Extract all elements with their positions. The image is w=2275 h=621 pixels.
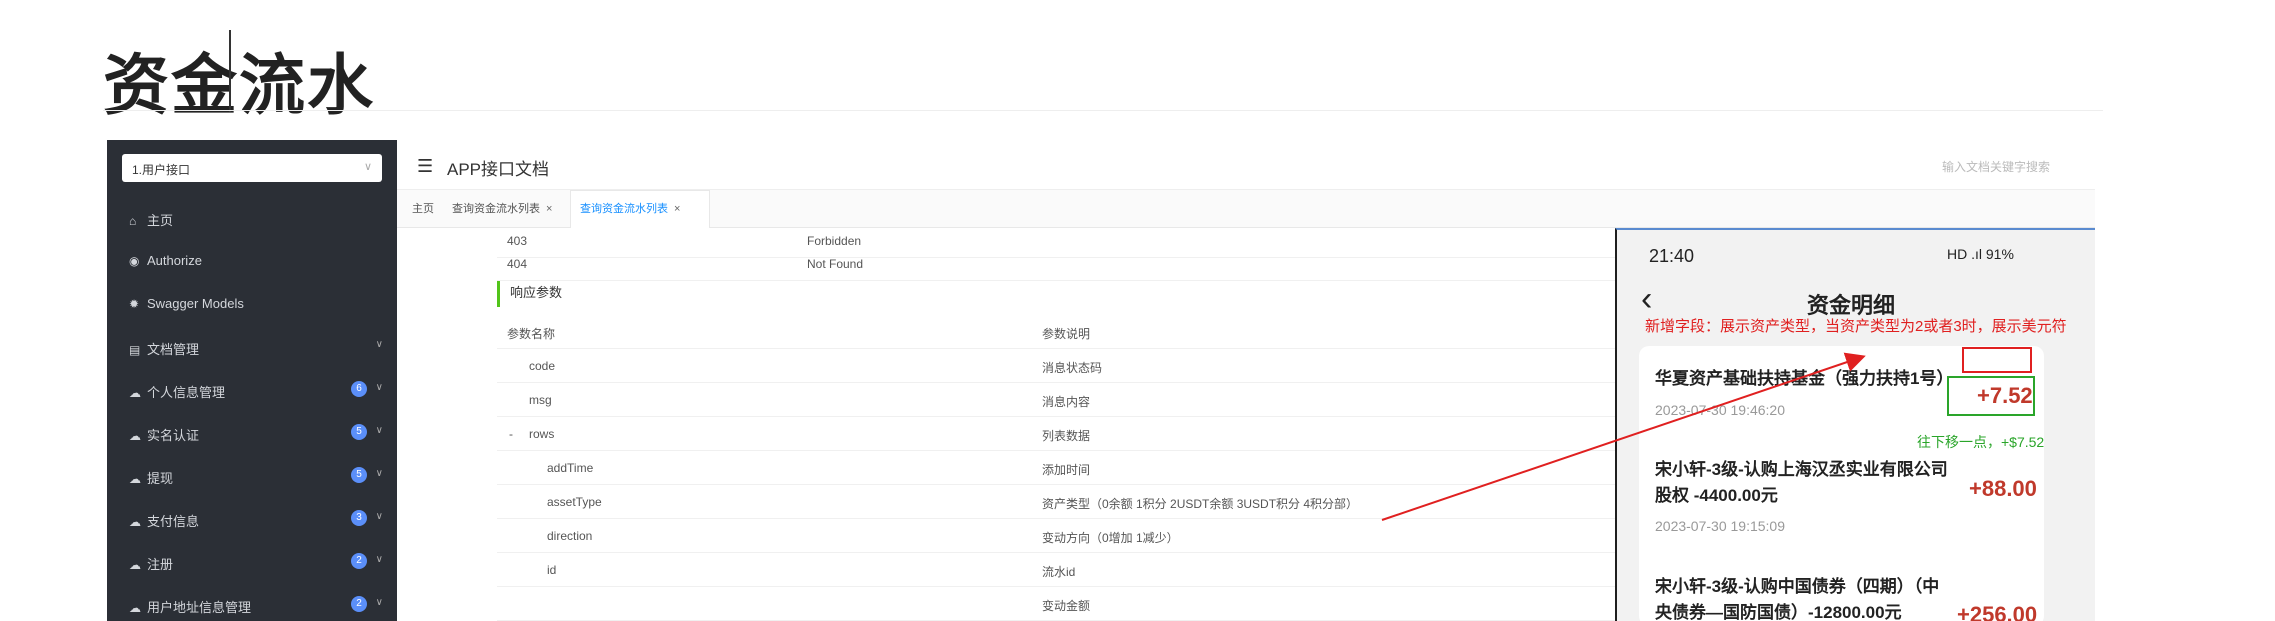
page-title: 资金流水 — [103, 47, 375, 124]
embedded-screenshot: 1.用户接口 ∨ ⌂ 主页 ◉ Authorize ✹ Swagger Models … — [107, 140, 2095, 621]
title-divider — [103, 110, 2103, 111]
annotation-arrow — [1381, 352, 1866, 521]
text-cursor — [229, 30, 231, 112]
